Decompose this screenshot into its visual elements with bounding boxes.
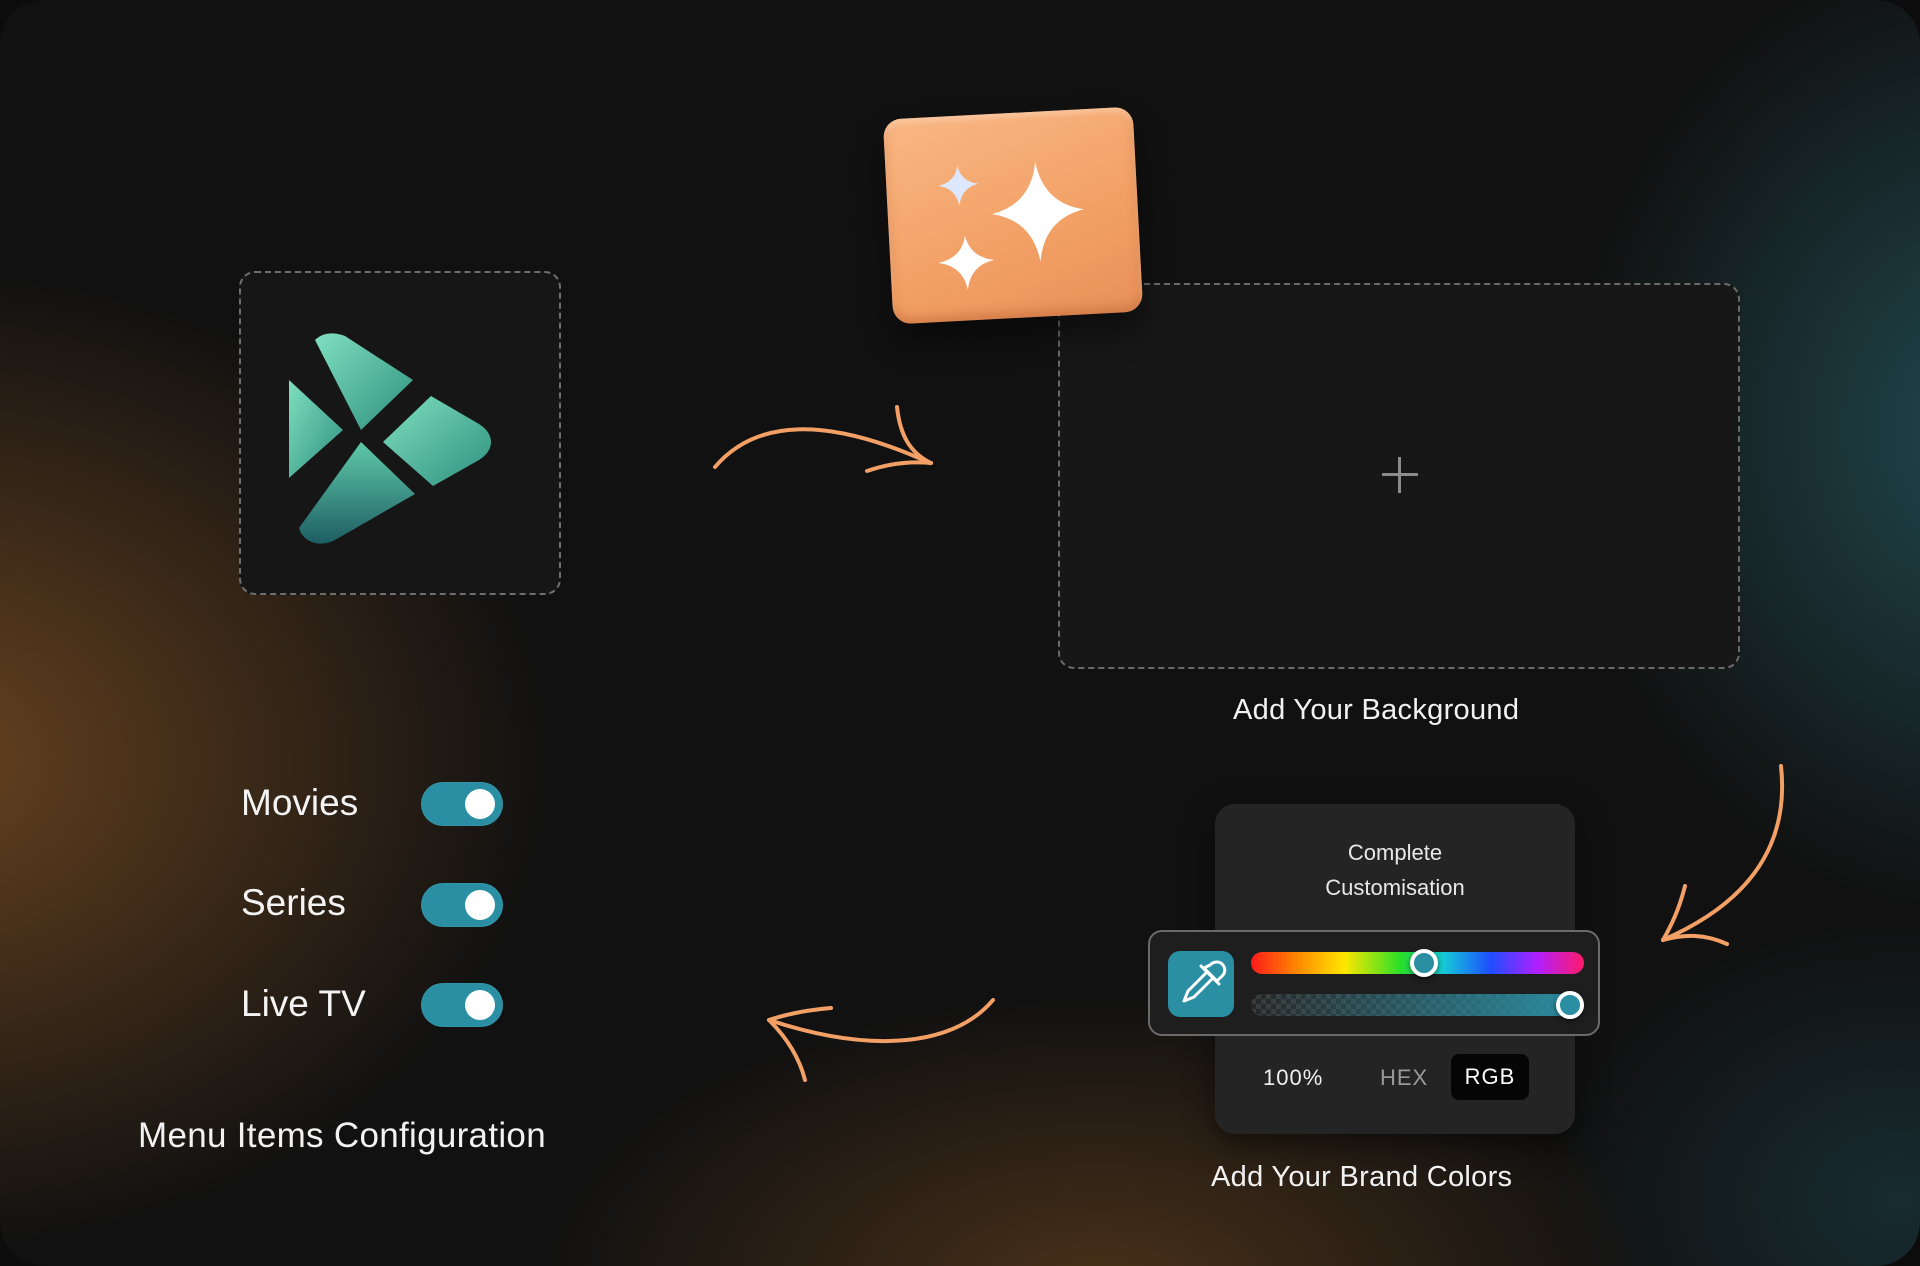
color-picker-title-line2: Customisation	[1325, 875, 1465, 900]
toggle-knob	[465, 890, 495, 920]
plus-icon[interactable]	[1380, 455, 1420, 495]
hue-slider[interactable]	[1251, 949, 1584, 977]
menu-item-livetv-label: Live TV	[241, 983, 366, 1024]
menu-item-series-label: Series	[241, 882, 346, 923]
toggle-knob	[465, 789, 495, 819]
hue-slider-handle[interactable]	[1409, 949, 1438, 977]
brand-colors-caption: Add Your Brand Colors	[1211, 1161, 1513, 1193]
curved-arrow-right	[713, 405, 933, 473]
sparkles-icon	[938, 161, 1084, 290]
opacity-slider[interactable]	[1251, 991, 1584, 1019]
opacity-slider-handle[interactable]	[1556, 991, 1584, 1019]
logo-upload-box[interactable]	[239, 271, 561, 595]
background-caption: Add Your Background	[1233, 694, 1520, 726]
color-picker-title-line1: Complete	[1347, 840, 1443, 865]
toggle-knob	[465, 990, 495, 1020]
movies-toggle[interactable]	[421, 782, 503, 826]
menu-config-title: Menu Items Configuration	[138, 1116, 546, 1155]
curved-arrow-down-left	[1661, 764, 1785, 946]
menu-item-movies-label: Movies	[241, 782, 359, 823]
hex-format-option[interactable]: HEX	[1380, 1065, 1428, 1091]
livetv-toggle[interactable]	[421, 983, 503, 1027]
background-upload-box[interactable]	[1058, 283, 1740, 669]
play-x-logo-icon	[289, 333, 491, 544]
rgb-format-option[interactable]: RGB	[1451, 1054, 1529, 1100]
opacity-value[interactable]: 100%	[1263, 1065, 1323, 1091]
eyedropper-button[interactable]	[1168, 951, 1234, 1017]
feature-canvas: Add Your Background Movies Series Live T…	[0, 0, 1920, 1266]
eyedropper-icon	[1182, 960, 1227, 1003]
series-toggle[interactable]	[421, 883, 503, 927]
color-slider-bar	[1148, 930, 1600, 1036]
sparkle-card	[882, 106, 1144, 325]
curved-arrow-left	[767, 998, 995, 1082]
